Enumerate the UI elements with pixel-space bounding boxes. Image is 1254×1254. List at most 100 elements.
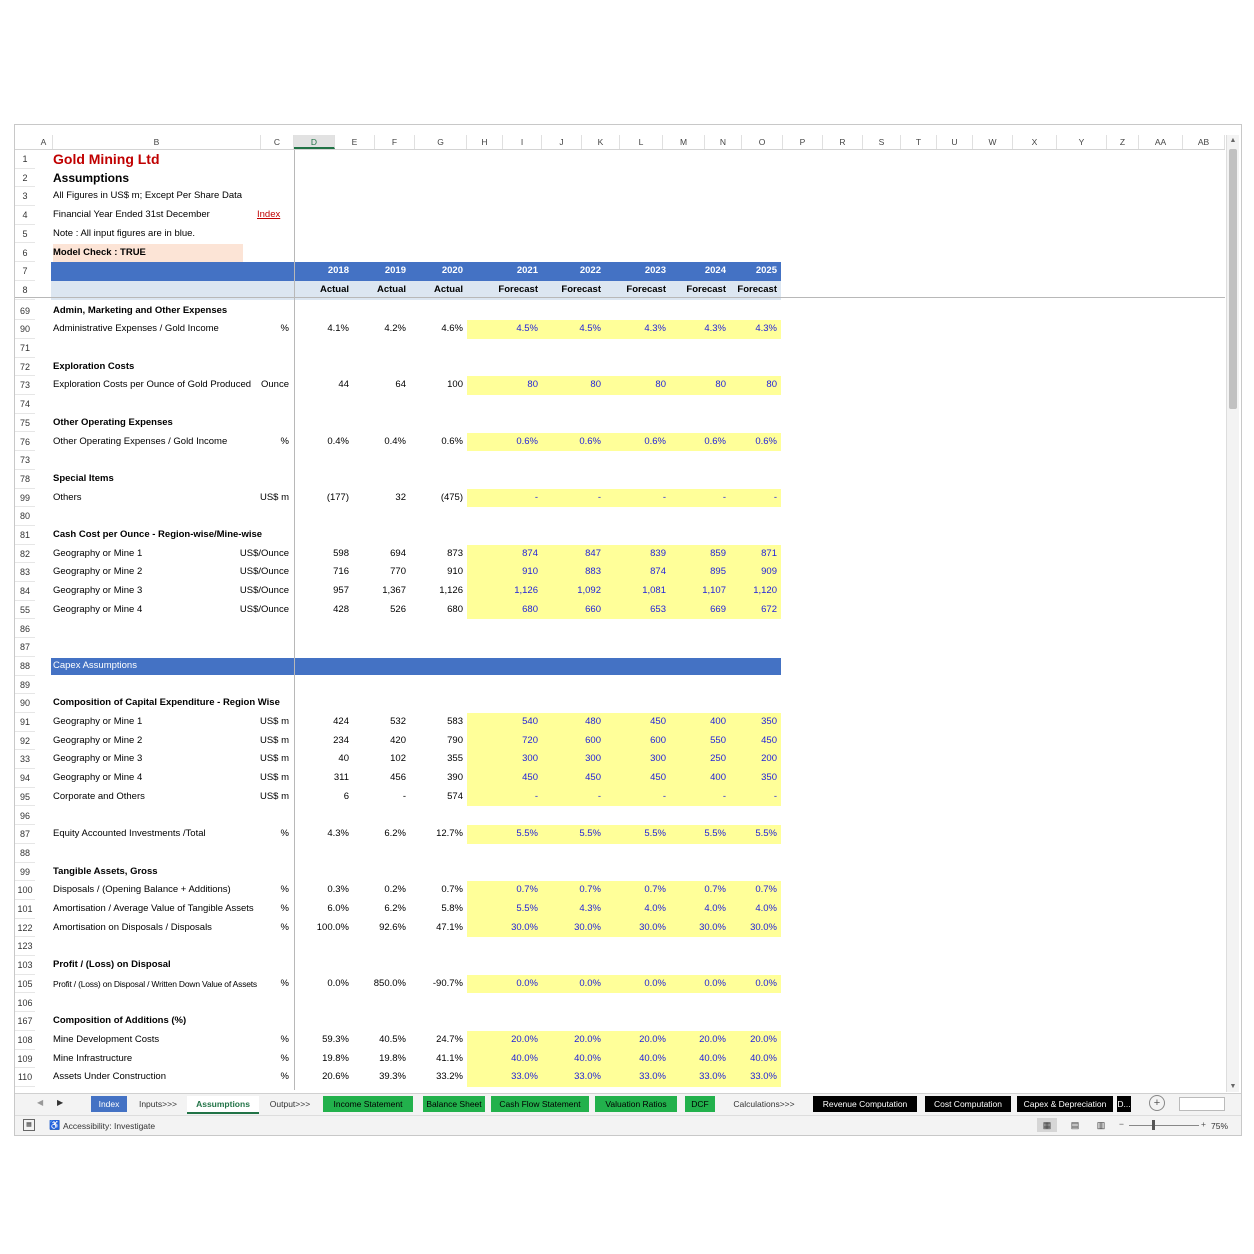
row-label[interactable]: Geography or Mine 2 [53, 732, 142, 751]
forecast-input-cell[interactable]: 0.6% [467, 432, 542, 452]
actual-value-cell[interactable]: 0.2% [353, 881, 410, 900]
column-header-g[interactable]: G [415, 135, 467, 149]
actual-value-cell[interactable]: 234 [294, 732, 353, 751]
forecast-input-cell[interactable]: 20.0% [467, 1030, 542, 1050]
forecast-input-cell[interactable]: 5.5% [730, 825, 781, 844]
year-header-cell[interactable]: 2018 [294, 262, 353, 281]
year-header-cell[interactable]: 2023 [605, 262, 670, 281]
sheet-tab[interactable]: Index [91, 1096, 127, 1112]
actual-value-cell[interactable]: 6.0% [294, 900, 353, 919]
unit-cell[interactable]: US$ m [215, 713, 289, 732]
forecast-input-cell[interactable]: 5.5% [467, 825, 542, 844]
column-header-a[interactable]: A [35, 135, 53, 149]
forecast-input-cell[interactable]: 0.6% [605, 432, 670, 452]
forecast-input-cell[interactable]: 1,120 [730, 582, 781, 601]
header-text[interactable]: All Figures in US$ m; Except Per Share D… [53, 187, 242, 206]
accessibility-status[interactable]: Accessibility: Investigate [63, 1121, 155, 1131]
forecast-input-cell[interactable]: 5.5% [467, 900, 542, 919]
actual-value-cell[interactable]: 59.3% [294, 1031, 353, 1050]
row-header[interactable]: 122 [15, 919, 35, 938]
actual-value-cell[interactable]: 456 [353, 769, 410, 788]
forecast-input-cell[interactable]: - [542, 488, 605, 508]
row-header[interactable]: 7 [15, 262, 35, 281]
row-header[interactable]: 101 [15, 900, 35, 919]
horizontal-scrollbar[interactable] [1179, 1097, 1225, 1111]
forecast-input-cell[interactable]: 0.6% [542, 432, 605, 452]
row-header[interactable]: 87 [15, 638, 35, 657]
row-header[interactable]: 76 [15, 433, 35, 452]
row-label[interactable]: Equity Accounted Investments /Total [53, 825, 206, 844]
actual-value-cell[interactable]: 5.8% [410, 900, 467, 919]
row-label[interactable]: Geography or Mine 4 [53, 601, 142, 620]
actual-value-cell[interactable]: 33.2% [410, 1068, 467, 1087]
row-header[interactable]: 81 [15, 526, 35, 545]
sheet-tab[interactable]: Income Statement [323, 1096, 413, 1112]
actual-value-cell[interactable]: 850.0% [353, 975, 410, 994]
actual-value-cell[interactable]: 770 [353, 563, 410, 582]
row-header[interactable]: 86 [15, 620, 35, 639]
sheet-tab[interactable]: D... [1117, 1096, 1131, 1112]
column-header-e[interactable]: E [335, 135, 375, 149]
forecast-input-cell[interactable]: 200 [730, 750, 781, 770]
actual-value-cell[interactable]: 390 [410, 769, 467, 788]
forecast-input-cell[interactable]: - [605, 787, 670, 807]
column-header-f[interactable]: F [375, 135, 415, 149]
row-header[interactable]: 73 [15, 451, 35, 470]
workbook-title[interactable]: Gold Mining Ltd [53, 150, 160, 169]
index-link[interactable]: Index [257, 206, 280, 225]
forecast-input-cell[interactable]: 30.0% [467, 918, 542, 938]
column-header-t[interactable]: T [901, 135, 937, 149]
row-label[interactable]: Mine Infrastructure [53, 1050, 132, 1069]
forecast-input-cell[interactable]: 0.0% [542, 974, 605, 994]
forecast-input-cell[interactable]: 0.6% [670, 432, 730, 452]
forecast-input-cell[interactable]: 40.0% [670, 1049, 730, 1069]
actual-value-cell[interactable]: 100 [410, 376, 467, 395]
forecast-input-cell[interactable]: 40.0% [542, 1049, 605, 1069]
header-text[interactable]: Financial Year Ended 31st December [53, 206, 210, 225]
unit-cell[interactable]: US$ m [215, 489, 289, 508]
unit-cell[interactable]: US$/Ounce [215, 563, 289, 582]
forecast-input-cell[interactable]: 450 [467, 769, 542, 788]
forecast-input-cell[interactable]: 450 [605, 713, 670, 732]
row-label[interactable]: Mine Development Costs [53, 1031, 159, 1050]
forecast-input-cell[interactable]: - [542, 787, 605, 807]
row-header[interactable]: 103 [15, 956, 35, 975]
actual-value-cell[interactable]: 428 [294, 601, 353, 620]
page-layout-icon[interactable]: ▤ [1065, 1118, 1085, 1132]
forecast-input-cell[interactable]: 0.0% [467, 974, 542, 994]
row-header[interactable]: 108 [15, 1031, 35, 1050]
forecast-input-cell[interactable]: 250 [670, 750, 730, 770]
row-header[interactable]: 3 [15, 187, 35, 207]
actual-value-cell[interactable]: 0.3% [294, 881, 353, 900]
zoom-in-icon[interactable]: + [1201, 1119, 1206, 1129]
zoom-slider-handle[interactable] [1152, 1120, 1155, 1130]
sheet-tab[interactable]: Output>>> [261, 1096, 319, 1112]
section-subheading[interactable]: Exploration Costs [53, 358, 134, 377]
forecast-input-cell[interactable]: 480 [542, 713, 605, 732]
sheet-tab[interactable]: Inputs>>> [133, 1096, 183, 1112]
actual-value-cell[interactable]: (475) [410, 489, 467, 508]
actual-value-cell[interactable]: 44 [294, 376, 353, 395]
column-header-z[interactable]: Z [1107, 135, 1139, 149]
row-header[interactable]: 94 [15, 769, 35, 788]
row-header[interactable]: 89 [15, 676, 35, 695]
forecast-input-cell[interactable]: 0.7% [467, 881, 542, 900]
section-subheading[interactable]: Composition of Capital Expenditure - Reg… [53, 694, 280, 713]
forecast-input-cell[interactable]: 859 [670, 544, 730, 564]
row-header[interactable]: 80 [15, 507, 35, 526]
forecast-input-cell[interactable]: 350 [730, 713, 781, 732]
forecast-input-cell[interactable]: 874 [467, 544, 542, 564]
actual-value-cell[interactable]: 1,367 [353, 582, 410, 601]
row-label[interactable]: Other Operating Expenses / Gold Income [53, 433, 227, 452]
scrollbar-thumb[interactable] [1229, 149, 1237, 409]
worksheet-grid[interactable]: 1 Gold Mining Ltd 2 Assumptions 3 All Figures… [15, 150, 1225, 1090]
sheet-title[interactable]: Assumptions [53, 169, 129, 188]
forecast-input-cell[interactable]: 4.3% [605, 320, 670, 339]
forecast-input-cell[interactable]: 871 [730, 544, 781, 564]
actual-value-cell[interactable]: 4.3% [294, 825, 353, 844]
year-header-cell[interactable]: 2025 [730, 262, 781, 281]
row-header[interactable]: 90 [15, 320, 35, 339]
actual-value-cell[interactable]: 0.4% [353, 433, 410, 452]
forecast-input-cell[interactable]: 720 [467, 731, 542, 751]
forecast-input-cell[interactable]: 33.0% [467, 1068, 542, 1087]
